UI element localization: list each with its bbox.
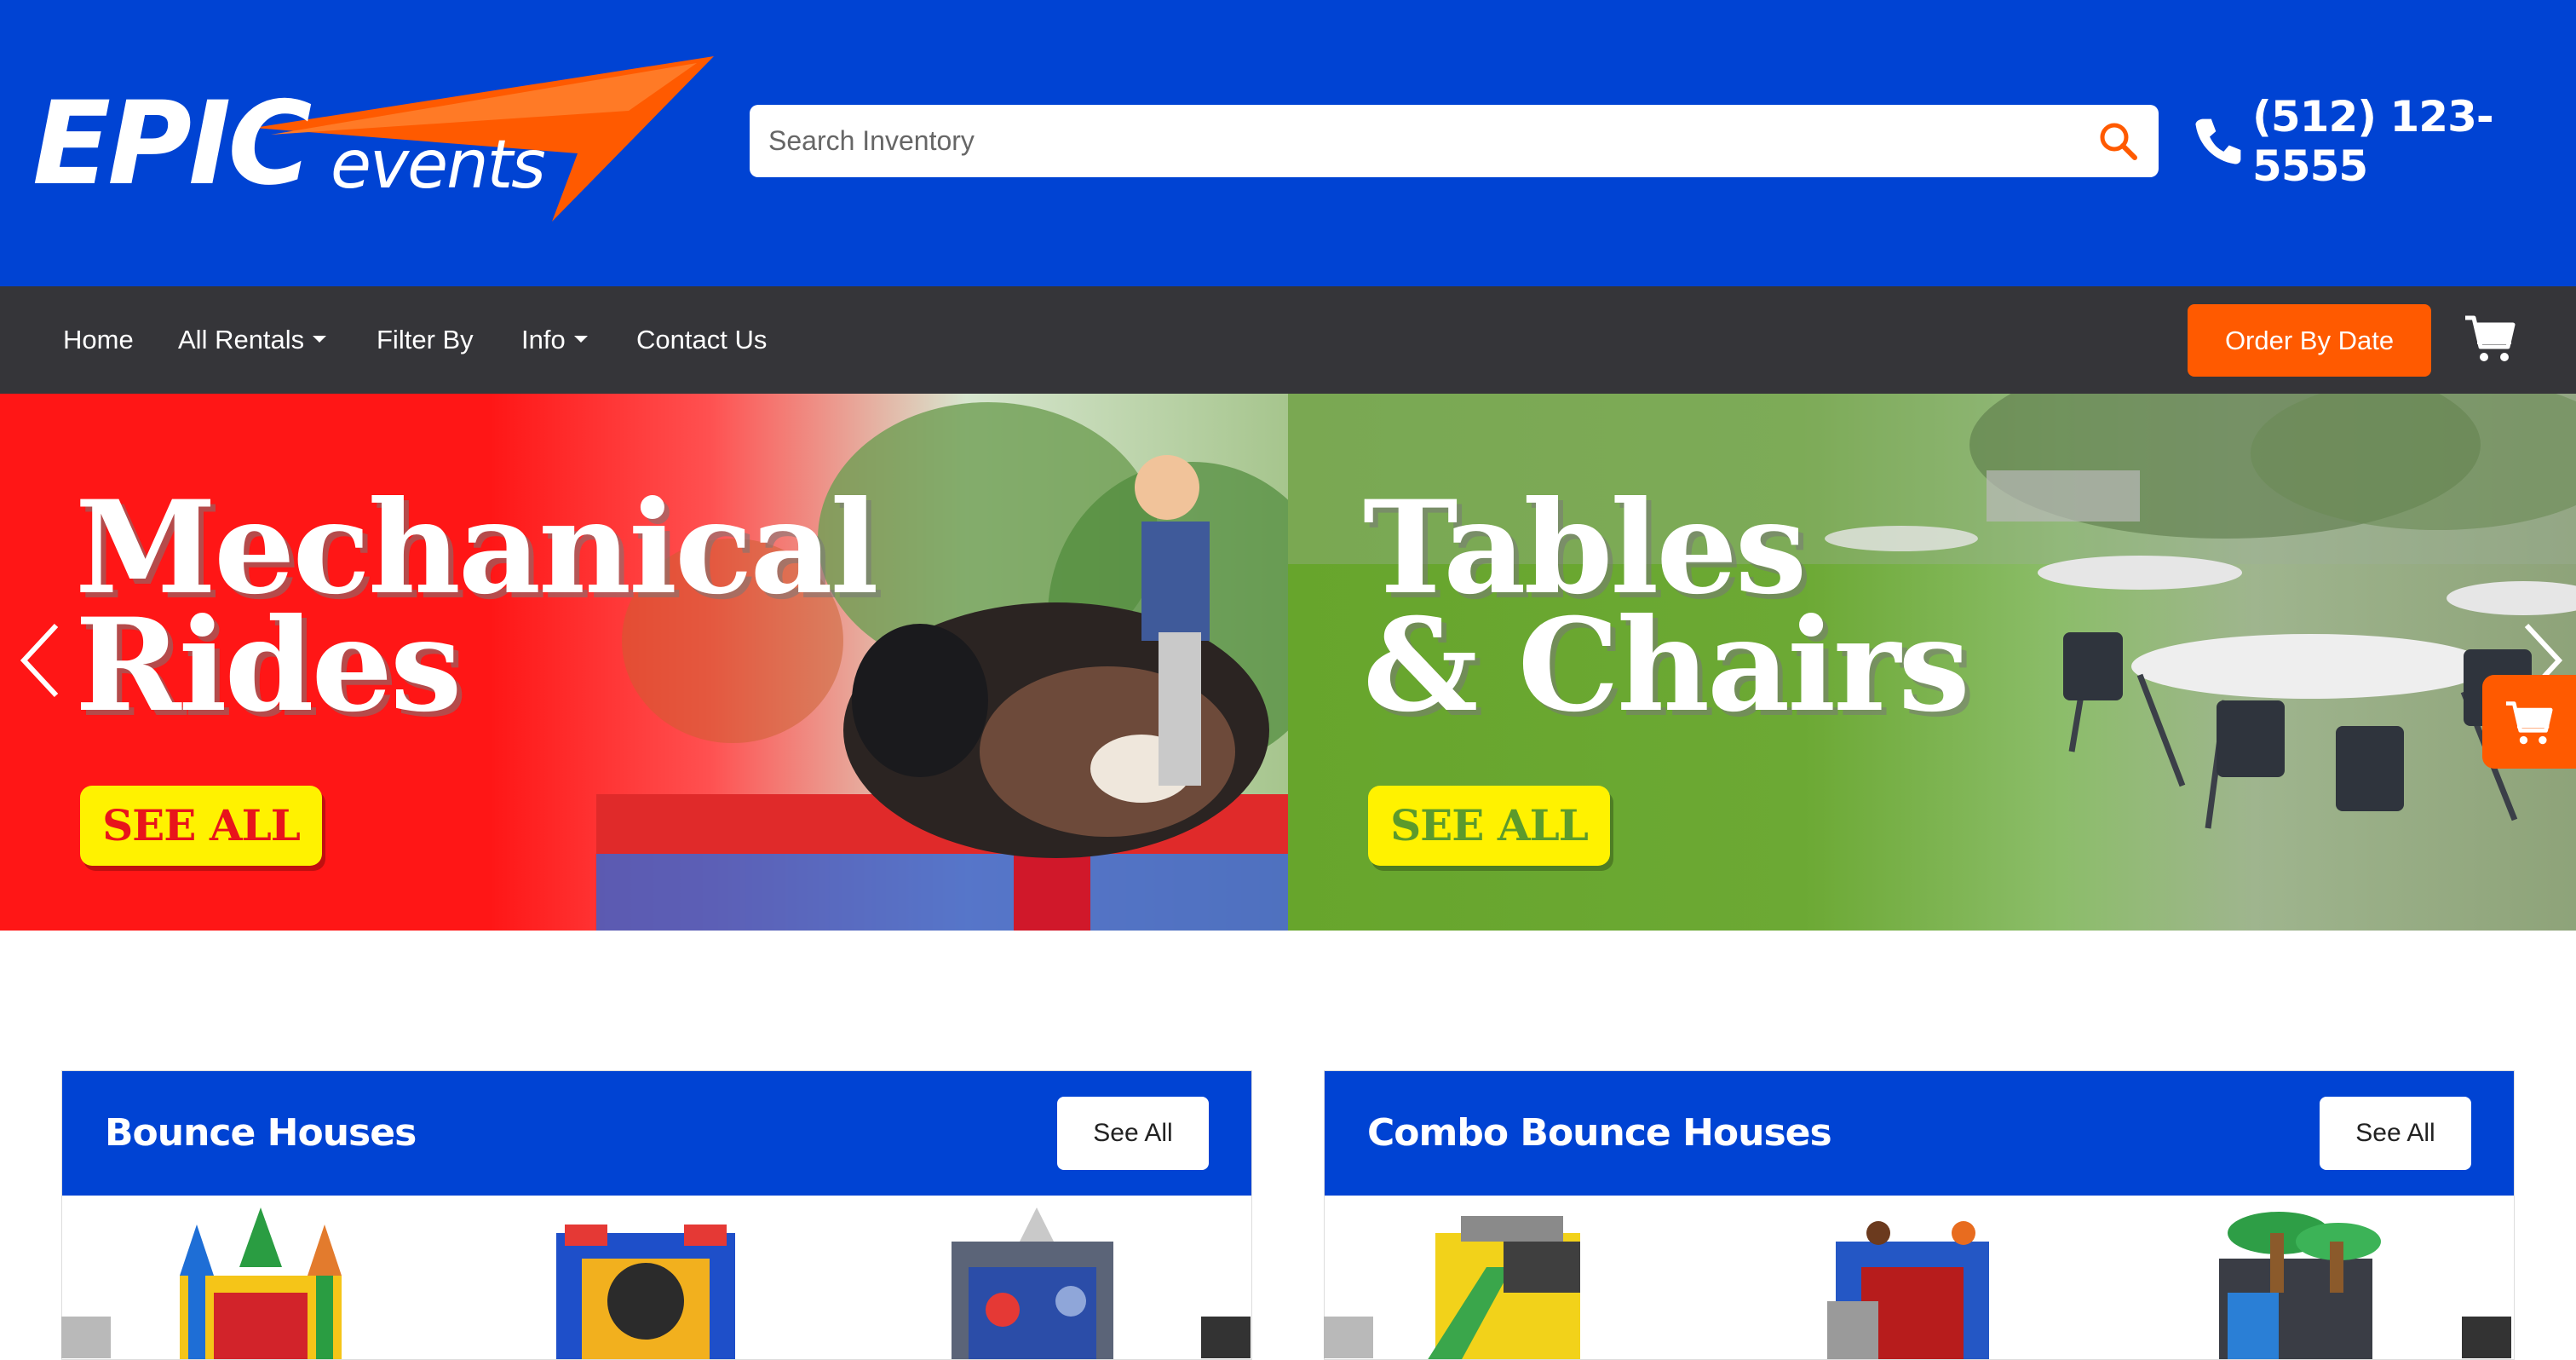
nav-filter-by[interactable]: Filter By [377, 286, 474, 394]
nav-all-rentals[interactable]: All Rentals [178, 286, 327, 394]
slide-title-line2: Rides [75, 591, 462, 741]
nav-info[interactable]: Info [521, 286, 588, 394]
floating-cart-button[interactable] [2482, 675, 2576, 769]
svg-text:EPIC: EPIC [32, 77, 311, 210]
bounce-house-thumbnail[interactable] [934, 1207, 1130, 1360]
chevron-left-icon[interactable] [19, 622, 61, 699]
combo-bounce-thumbnail[interactable] [1410, 1207, 1606, 1360]
card-title: Bounce Houses [105, 1111, 417, 1155]
nav-info-label: Info [521, 325, 566, 354]
cart-icon[interactable] [2464, 313, 2516, 364]
carousel-prev-button[interactable] [1324, 1317, 1373, 1358]
category-card-bounce-houses: Bounce Houses See All [61, 1070, 1252, 1360]
nav-home-label: Home [63, 325, 134, 354]
category-card-combo-bounce-houses: Combo Bounce Houses See All [1324, 1070, 2515, 1360]
see-all-mechanical-button[interactable]: SEE ALL [80, 786, 322, 866]
combo-bounce-thumbnail[interactable] [2194, 1207, 2389, 1360]
nav-contact-us-label: Contact Us [636, 325, 768, 354]
slide-tables-chairs[interactable]: Tables & Chairs SEE ALL [1288, 394, 2576, 931]
site-header: EPIC events (512) 123-5555 [0, 0, 2576, 286]
carousel-prev-button[interactable] [61, 1317, 111, 1358]
carousel-next-button[interactable] [1201, 1317, 1251, 1358]
caret-down-icon [313, 335, 327, 343]
bounce-house-thumbnail[interactable] [548, 1207, 744, 1360]
epic-events-logo[interactable]: EPIC events [32, 51, 722, 230]
phone-number[interactable]: (512) 123-5555 [2252, 92, 2576, 191]
slide-title-line1: Mechanical [75, 473, 879, 623]
slide-title: Tables & Chairs [1363, 473, 1970, 741]
see-all-tables-button[interactable]: SEE ALL [1368, 786, 1610, 866]
card-header: Bounce Houses See All [62, 1071, 1251, 1196]
carousel-next-button[interactable] [2462, 1317, 2511, 1358]
phone-icon [2195, 118, 2241, 164]
search-input[interactable] [750, 105, 2044, 177]
nav-filter-by-label: Filter By [377, 325, 474, 354]
card-header: Combo Bounce Houses See All [1325, 1071, 2514, 1196]
nav-home[interactable]: Home [63, 286, 134, 394]
card-title: Combo Bounce Houses [1367, 1111, 1832, 1155]
slide-title-line2: & Chairs [1363, 591, 1970, 741]
caret-down-icon [573, 335, 588, 343]
see-all-button[interactable]: See All [2320, 1097, 2471, 1170]
cart-icon [2505, 701, 2553, 745]
bounce-house-thumbnail[interactable] [163, 1207, 359, 1360]
nav-all-rentals-label: All Rentals [178, 325, 305, 354]
search-bar[interactable] [750, 105, 2159, 177]
phone-link[interactable]: (512) 123-5555 [2193, 92, 2576, 191]
svg-text:events: events [331, 127, 544, 204]
search-icon[interactable] [2097, 120, 2140, 163]
nav-contact-us[interactable]: Contact Us [636, 286, 767, 394]
order-by-date-button[interactable]: Order By Date [2188, 304, 2431, 377]
slide-title: Mechanical Rides [75, 473, 879, 741]
slide-mechanical-rides[interactable]: Mechanical Rides SEE ALL [0, 394, 1288, 931]
see-all-button[interactable]: See All [1057, 1097, 1209, 1170]
slide-title-line1: Tables [1363, 473, 1807, 623]
hero-slider: Mechanical Rides SEE ALL Tables & Chairs… [0, 394, 2576, 931]
combo-bounce-thumbnail[interactable] [1810, 1207, 2006, 1360]
